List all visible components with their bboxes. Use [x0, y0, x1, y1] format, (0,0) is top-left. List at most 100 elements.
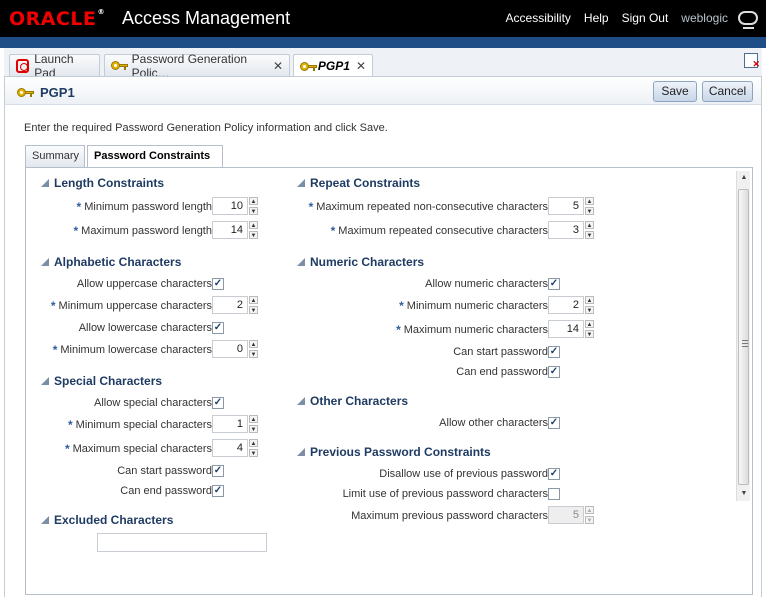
increment-icon[interactable]: ▲ [585, 296, 594, 304]
tab-pgp1[interactable]: PGP1 ✕ [293, 54, 373, 77]
min-numeric-stepper[interactable]: 2 ▲ ▼ [548, 296, 594, 314]
scroll-down-icon[interactable]: ▼ [737, 487, 751, 501]
section-length-constraints[interactable]: Length Constraints [41, 176, 164, 190]
collapse-icon[interactable] [41, 258, 49, 266]
tab-bar: Launch Pad Password Generation Polic… ✕ … [4, 48, 762, 80]
section-numeric-characters[interactable]: Numeric Characters [297, 255, 424, 269]
grip-icon [742, 340, 748, 347]
max-numeric-stepper[interactable]: 14 ▲ ▼ [548, 320, 594, 338]
key-icon [111, 61, 128, 70]
increment-icon[interactable]: ▲ [585, 197, 594, 205]
max-previous-stepper: 5 ▲ ▼ [548, 506, 594, 524]
header-divider [0, 37, 766, 48]
tab-password-constraints[interactable]: Password Constraints [87, 145, 223, 168]
min-password-length-stepper[interactable]: 10 ▲ ▼ [212, 197, 258, 215]
decrement-icon[interactable]: ▼ [249, 207, 258, 215]
decrement-icon[interactable]: ▼ [249, 231, 258, 239]
decrement-icon[interactable]: ▼ [585, 231, 594, 239]
decrement-icon[interactable]: ▼ [249, 306, 258, 314]
section-previous-password-constraints[interactable]: Previous Password Constraints [297, 445, 491, 459]
increment-icon: ▲ [585, 506, 594, 514]
collapse-icon[interactable] [41, 377, 49, 385]
excluded-characters-input[interactable] [97, 533, 267, 552]
allow-special-checkbox[interactable]: ✓ [212, 397, 224, 409]
min-uppercase-stepper[interactable]: 2 ▲ ▼ [212, 296, 258, 314]
decrement-icon[interactable]: ▼ [585, 306, 594, 314]
section-alphabetic-characters[interactable]: Alphabetic Characters [41, 255, 181, 269]
max-repeated-nonconsecutive-label: * Maximum repeated non-consecutive charac… [308, 200, 548, 214]
tab-launch-pad[interactable]: Launch Pad [9, 52, 100, 80]
increment-icon[interactable]: ▲ [249, 221, 258, 229]
numeric-can-end-checkbox[interactable]: ✓ [548, 366, 560, 378]
increment-icon[interactable]: ▲ [249, 296, 258, 304]
collapse-icon[interactable] [297, 258, 305, 266]
close-all-tabs-icon[interactable] [744, 53, 760, 70]
max-password-length-stepper[interactable]: 14 ▲ ▼ [212, 221, 258, 239]
increment-icon[interactable]: ▲ [249, 197, 258, 205]
decrement-icon[interactable]: ▼ [249, 449, 258, 457]
oracle-logo: ORACLE® [9, 8, 106, 30]
decrement-icon[interactable]: ▼ [585, 330, 594, 338]
disallow-previous-checkbox[interactable]: ✓ [548, 468, 560, 480]
tab-password-generation-policies[interactable]: Password Generation Polic… ✕ [104, 52, 290, 80]
max-repeated-consecutive-stepper[interactable]: 3 ▲ ▼ [548, 221, 594, 239]
max-special-label: * Maximum special characters [64, 442, 212, 456]
numeric-can-start-checkbox[interactable]: ✓ [548, 346, 560, 358]
special-can-start-label: Can start password [117, 465, 212, 477]
allow-numeric-label: Allow numeric characters [425, 278, 548, 290]
allow-lowercase-label: Allow lowercase characters [78, 322, 212, 334]
allow-uppercase-label: Allow uppercase characters [76, 278, 212, 290]
close-tab-icon[interactable]: ✕ [356, 59, 366, 73]
increment-icon[interactable]: ▲ [249, 340, 258, 348]
increment-icon[interactable]: ▲ [249, 439, 258, 447]
collapse-icon[interactable] [41, 516, 49, 524]
decrement-icon[interactable]: ▼ [585, 207, 594, 215]
allow-other-label: Allow other characters [439, 417, 548, 429]
limit-previous-checkbox[interactable] [548, 488, 560, 500]
collapse-icon[interactable] [297, 448, 305, 456]
save-button[interactable]: Save [653, 81, 697, 102]
min-special-label: * Minimum special characters [68, 418, 212, 432]
tab-summary[interactable]: Summary [25, 145, 85, 167]
min-special-stepper[interactable]: 1 ▲ ▼ [212, 415, 258, 433]
section-special-characters[interactable]: Special Characters [41, 374, 162, 388]
decrement-icon[interactable]: ▼ [249, 350, 258, 358]
scroll-thumb[interactable] [738, 189, 749, 485]
help-link[interactable]: Help [584, 11, 609, 25]
cancel-button[interactable]: Cancel [702, 81, 753, 102]
disallow-previous-label: Disallow use of previous password [379, 468, 548, 480]
max-special-stepper[interactable]: 4 ▲ ▼ [212, 439, 258, 457]
policy-panel: PGP1 Save Cancel Enter the required Pass… [4, 76, 762, 597]
accessibility-link[interactable]: Accessibility [506, 11, 571, 25]
collapse-icon[interactable] [41, 179, 49, 187]
allow-other-checkbox[interactable]: ✓ [548, 417, 560, 429]
increment-icon[interactable]: ▲ [585, 320, 594, 328]
instructions-text: Enter the required Password Generation P… [24, 122, 388, 134]
allow-lowercase-checkbox[interactable]: ✓ [212, 322, 224, 334]
collapse-icon[interactable] [297, 179, 305, 187]
increment-icon[interactable]: ▲ [585, 221, 594, 229]
scroll-up-icon[interactable]: ▲ [737, 171, 751, 185]
page-header: PGP1 Save Cancel [5, 77, 761, 105]
decrement-icon: ▼ [585, 516, 594, 524]
min-lowercase-stepper[interactable]: 0 ▲ ▼ [212, 340, 258, 358]
top-links: Accessibility Help Sign Out weblogic [493, 11, 758, 29]
decrement-icon[interactable]: ▼ [249, 425, 258, 433]
vertical-scrollbar[interactable]: ▲ ▼ [736, 171, 750, 501]
sign-out-link[interactable]: Sign Out [622, 11, 669, 25]
max-repeated-nonconsecutive-stepper[interactable]: 5 ▲ ▼ [548, 197, 594, 215]
launch-pad-icon [16, 58, 30, 73]
section-other-characters[interactable]: Other Characters [297, 394, 408, 408]
section-excluded-characters[interactable]: Excluded Characters [41, 513, 173, 527]
section-repeat-constraints[interactable]: Repeat Constraints [297, 176, 420, 190]
increment-icon[interactable]: ▲ [249, 415, 258, 423]
app-title: Access Management [122, 8, 291, 28]
tab-label: PGP1 [317, 59, 350, 73]
special-can-end-checkbox[interactable]: ✓ [212, 485, 224, 497]
allow-uppercase-checkbox[interactable]: ✓ [212, 278, 224, 290]
close-tab-icon[interactable]: ✕ [273, 59, 283, 73]
allow-numeric-checkbox[interactable]: ✓ [548, 278, 560, 290]
special-can-start-checkbox[interactable]: ✓ [212, 465, 224, 477]
max-numeric-label: * Maximum numeric characters [396, 323, 548, 337]
collapse-icon[interactable] [297, 397, 305, 405]
